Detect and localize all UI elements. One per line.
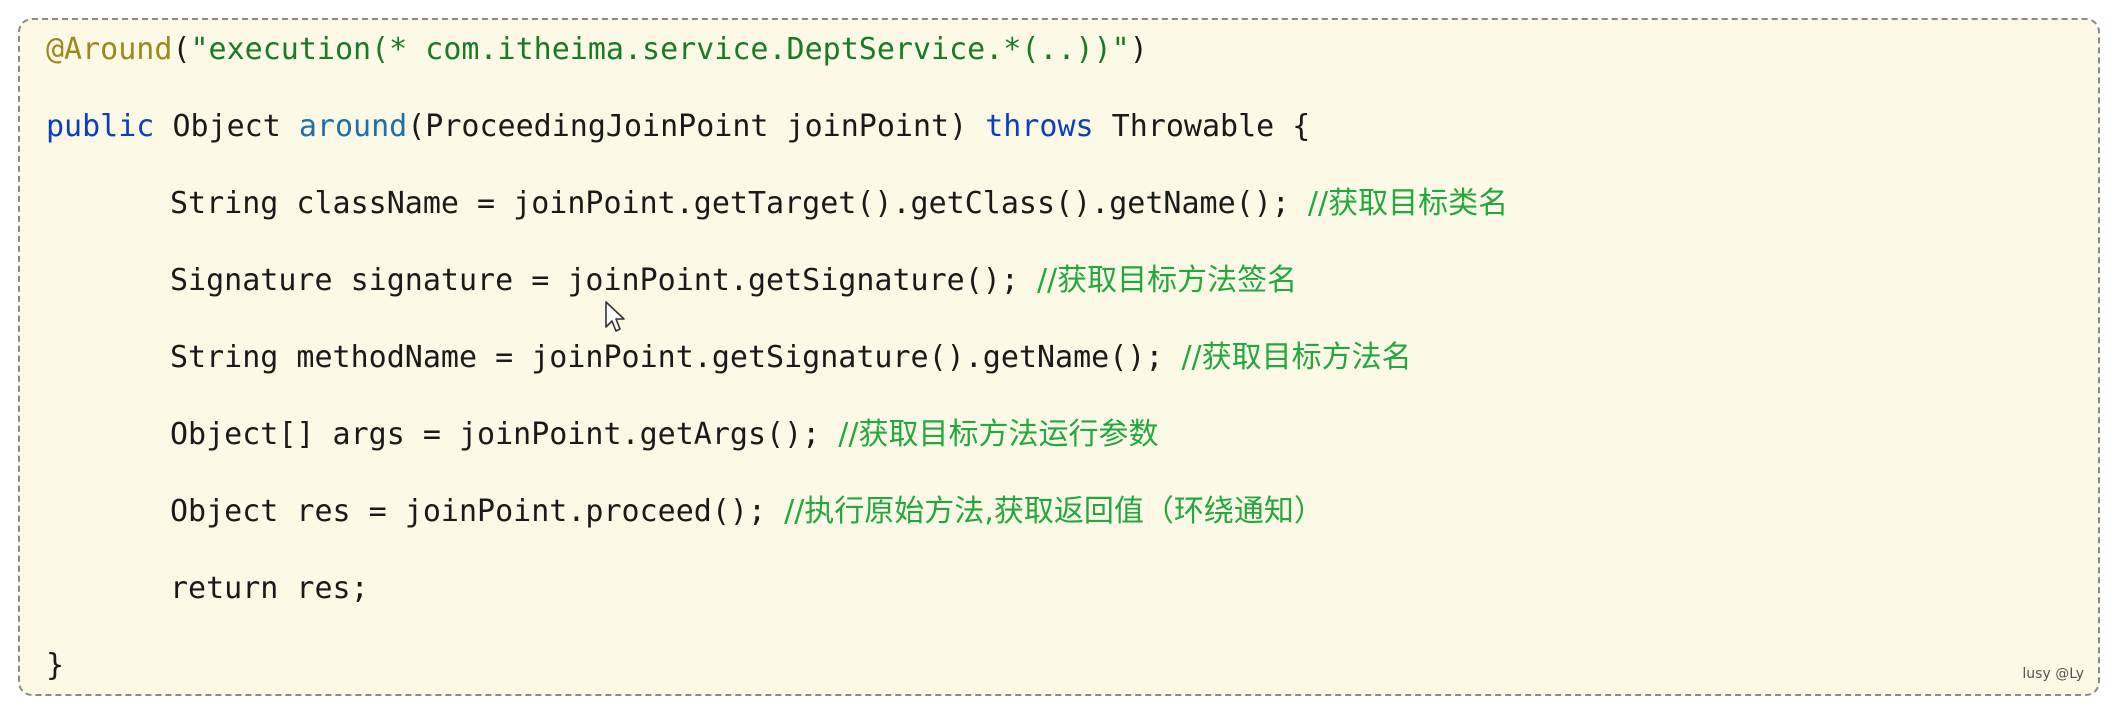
code-line-classname: String className = joinPoint.getTarget()…	[170, 184, 1508, 224]
statement-code: String className = joinPoint.getTarget()…	[170, 186, 1308, 221]
annotation-paren-open: (	[172, 32, 191, 67]
statement-code: Object[] args = joinPoint.getArgs();	[170, 417, 839, 452]
method-params: (ProceedingJoinPoint joinPoint)	[407, 109, 968, 144]
exception-type: Throwable	[1111, 109, 1275, 144]
code-line-annotation: @Around("execution(* com.itheima.service…	[46, 30, 1148, 70]
statement-code: Object res = joinPoint.proceed();	[170, 494, 785, 529]
code-line-proceed: Object res = joinPoint.proceed(); //执行原始…	[170, 492, 1324, 532]
modifier-keyword: public	[46, 109, 155, 144]
statement-comment: //获取目标方法签名	[1036, 263, 1298, 298]
code-snippet-panel: @Around("execution(* com.itheima.service…	[18, 18, 2100, 696]
code-line-return: return res;	[170, 569, 369, 609]
code-line-signature: Signature signature = joinPoint.getSigna…	[170, 261, 1297, 301]
annotation-value: "execution(* com.itheima.service.DeptSer…	[190, 32, 1130, 67]
mouse-pointer-icon	[605, 301, 625, 332]
statement-comment: //执行原始方法,获取返回值（环绕通知）	[784, 494, 1324, 529]
open-brace: {	[1292, 109, 1311, 144]
closing-brace: }	[46, 648, 65, 683]
statement-code: Signature signature = joinPoint.getSigna…	[170, 263, 1037, 298]
code-line-methodname: String methodName = joinPoint.getSignatu…	[170, 338, 1412, 378]
method-name: around	[298, 109, 408, 144]
watermark: lusy @Ly	[2022, 666, 2084, 682]
code-line-method-signature: public Object around(ProceedingJoinPoint…	[46, 107, 1310, 147]
return-statement: return res;	[170, 571, 369, 606]
statement-comment: //获取目标类名	[1307, 186, 1509, 221]
code-line-args: Object[] args = joinPoint.getArgs(); //获…	[170, 415, 1159, 455]
statement-comment: //获取目标方法名	[1181, 340, 1412, 375]
statement-code: String methodName = joinPoint.getSignatu…	[170, 340, 1182, 375]
code-line-close: }	[46, 646, 64, 686]
annotation-paren-close: )	[1129, 32, 1148, 67]
return-type: Object	[172, 109, 281, 144]
throws-keyword: throws	[985, 109, 1094, 144]
annotation-name: @Around	[46, 32, 173, 67]
statement-comment: //获取目标方法运行参数	[838, 417, 1159, 452]
